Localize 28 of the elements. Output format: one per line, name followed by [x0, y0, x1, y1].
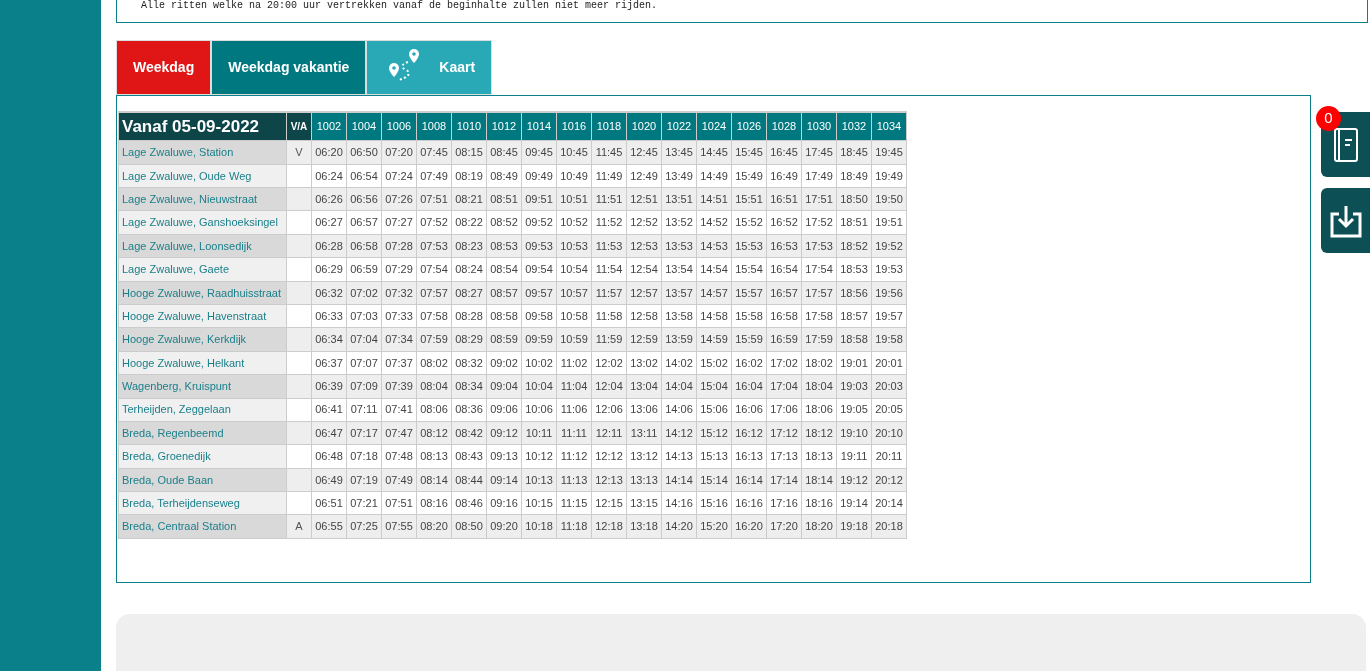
side-button[interactable] [1321, 112, 1370, 177]
column-header: 1008 [416, 111, 452, 141]
column-header: 1018 [591, 111, 627, 141]
column-header: V/A [286, 111, 312, 141]
column-header: 1012 [486, 111, 522, 141]
side-button[interactable] [1321, 188, 1370, 253]
booklet-icon [1333, 127, 1358, 162]
count-badge: 0 [1316, 106, 1341, 131]
column-header: 1024 [696, 111, 732, 141]
column-header: 1026 [731, 111, 767, 141]
column-header: 1022 [661, 111, 697, 141]
tab[interactable]: Weekdag vakantie [211, 39, 367, 95]
column-header: 1016 [556, 111, 592, 141]
column-header: 1004 [346, 111, 382, 141]
column-header: 1002 [311, 111, 347, 141]
tab[interactable]: Kaart [366, 39, 493, 95]
download-icon [1329, 203, 1362, 238]
table-title: Vanaf 05-09-2022 [118, 111, 287, 141]
column-header: 1020 [626, 111, 662, 141]
column-header: 1028 [766, 111, 802, 141]
tab[interactable]: Weekdag [116, 39, 212, 95]
notice-text: Alle ritten welke na 20:00 uur vertrekken vanaf de beginhalte zullen niet meer rijden. [141, 0, 658, 12]
column-header: 1030 [801, 111, 837, 141]
column-header: 1032 [836, 111, 872, 141]
column-header: 1034 [871, 111, 907, 141]
column-header: 1010 [451, 111, 487, 141]
column-header: 1014 [521, 111, 557, 141]
column-header: 1006 [381, 111, 417, 141]
